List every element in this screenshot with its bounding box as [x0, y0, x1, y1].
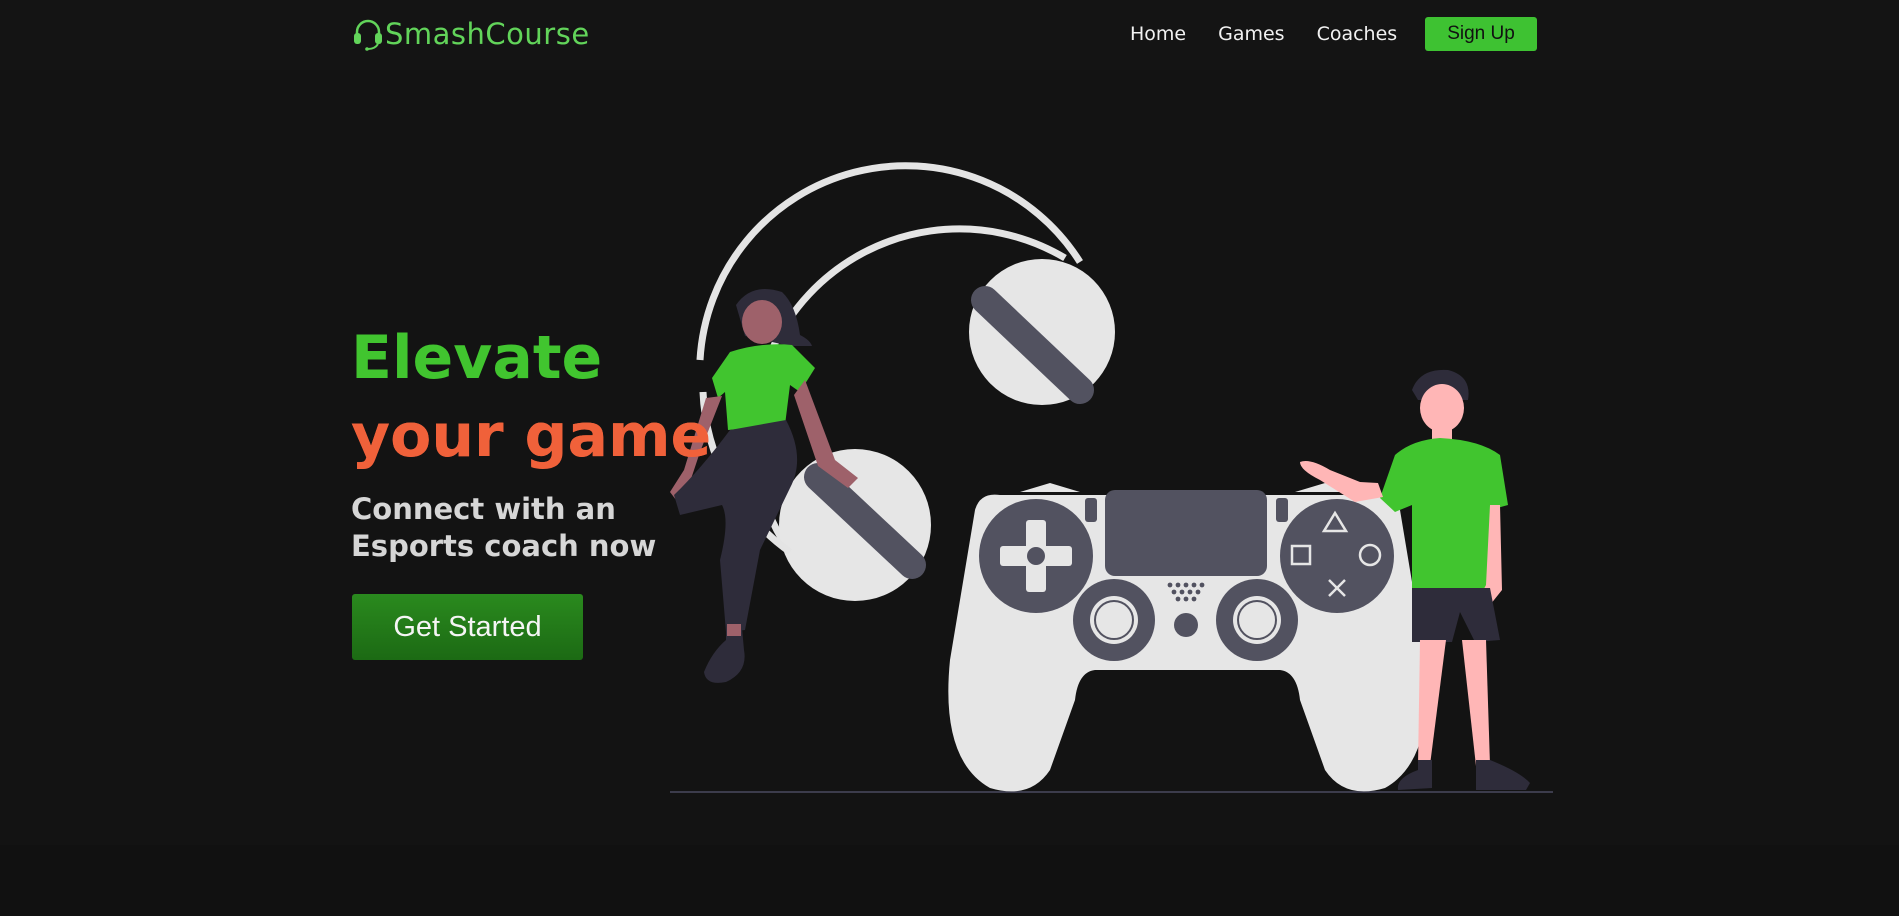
hero-subtitle: Connect with an Esports coach now [351, 492, 657, 563]
hero-title-line-1: Elevate [351, 323, 603, 393]
landing-page: SmashCourse Home Games Coaches Sign Up E… [0, 0, 1899, 916]
hero-title-line-2: your game [351, 401, 712, 471]
game-controller-graphic [948, 483, 1427, 792]
get-started-button[interactable]: Get Started [352, 594, 583, 660]
gamers-with-controller-illustration [670, 162, 1553, 793]
